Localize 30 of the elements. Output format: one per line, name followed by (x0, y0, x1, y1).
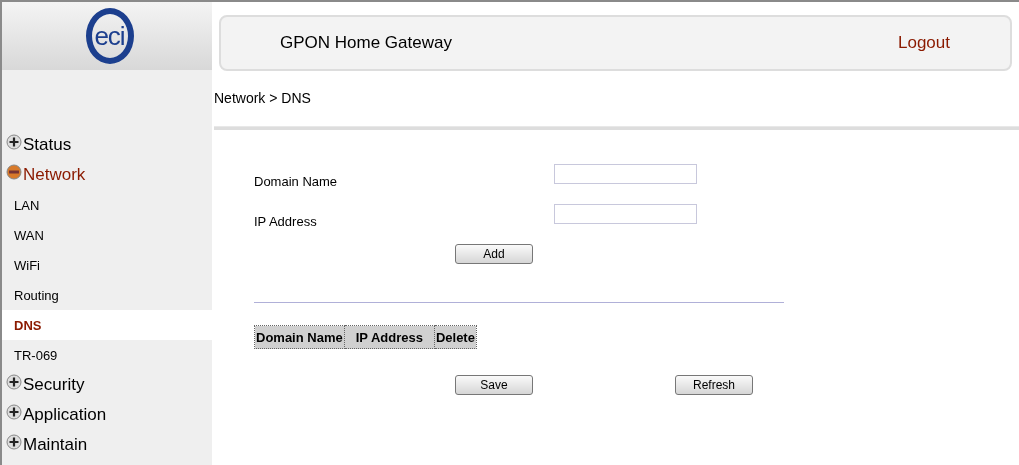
plus-bullet-icon (6, 434, 22, 450)
sidebar-item[interactable]: TR-069 (2, 340, 212, 370)
sidebar-group[interactable]: Network (23, 165, 86, 185)
sidebar-group[interactable]: Security (23, 375, 85, 395)
sidebar-item[interactable]: LAN (2, 190, 212, 220)
logo: eci (85, 8, 134, 64)
text-field[interactable] (554, 204, 697, 224)
page-title: GPON Home Gateway (280, 33, 452, 53)
plus-bullet-icon (6, 134, 22, 150)
column-header: IP Address (344, 325, 435, 349)
text-field[interactable] (554, 164, 697, 184)
plus-bullet-icon (6, 374, 22, 390)
sidebar-item[interactable]: WAN (2, 220, 212, 250)
sidebar-group[interactable]: Maintain (23, 435, 88, 455)
save-button[interactable]: Save (455, 375, 533, 395)
sidebar-item[interactable]: Routing (2, 280, 212, 310)
field-label: Domain Name (254, 173, 339, 189)
refresh-button[interactable]: Refresh (675, 375, 753, 395)
plus-bullet-icon (6, 404, 22, 420)
minus-bullet-icon (6, 164, 22, 180)
column-header: Delete (434, 325, 477, 349)
sidebar-item[interactable]: DNS (2, 310, 212, 340)
sidebar-group[interactable]: Status (23, 135, 72, 155)
add-button[interactable]: Add (455, 244, 533, 264)
column-header: Domain Name (254, 325, 345, 349)
sidebar-item[interactable]: WiFi (2, 250, 212, 280)
field-label: IP Address (254, 213, 318, 229)
breadcrumb: Network > DNS (214, 90, 312, 108)
logout-link[interactable]: Logout (898, 33, 950, 53)
sidebar-group[interactable]: Application (23, 405, 107, 425)
